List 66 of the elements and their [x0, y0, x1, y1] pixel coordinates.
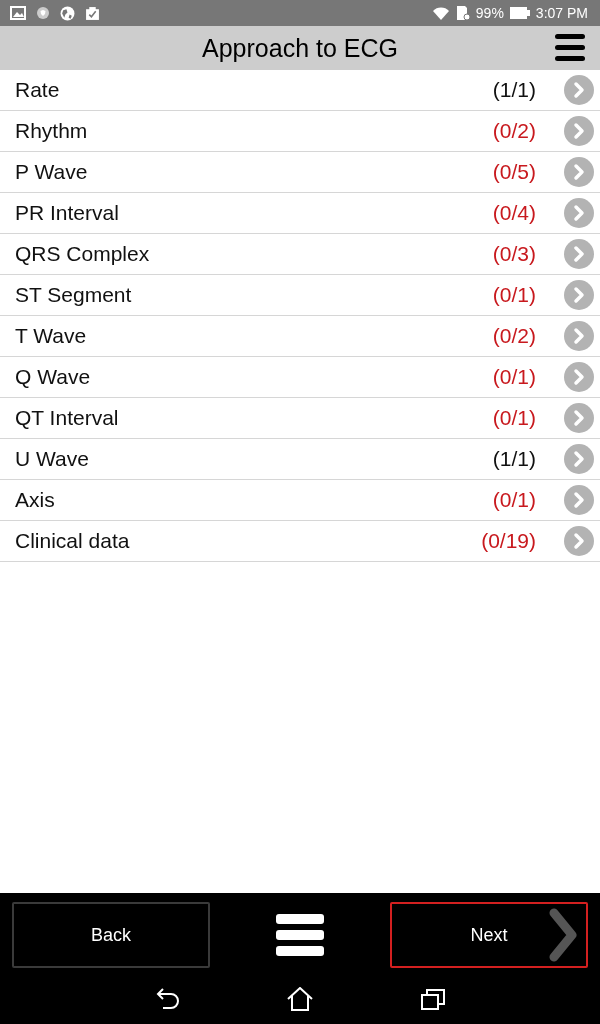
topic-score: (0/4) — [491, 201, 536, 225]
topic-row[interactable]: U Wave (1/1) — [0, 439, 600, 480]
topic-row[interactable]: QRS Complex (0/3) — [0, 234, 600, 275]
chevron-right-icon[interactable] — [564, 526, 594, 556]
chevron-right-icon[interactable] — [564, 198, 594, 228]
chevron-right-icon[interactable] — [564, 362, 594, 392]
topic-score: (0/2) — [491, 324, 536, 348]
chevron-right-icon[interactable] — [564, 75, 594, 105]
battery-percentage: 99% — [475, 5, 504, 21]
topic-label: Q Wave — [15, 365, 92, 389]
wifi-icon — [431, 6, 450, 20]
screen-title: Approach to ECG — [202, 33, 398, 63]
topic-label: U Wave — [15, 447, 90, 471]
chevron-right-icon[interactable] — [564, 321, 594, 351]
topic-score: (1/1) — [491, 447, 536, 471]
topic-row[interactable]: Q Wave (0/1) — [0, 357, 600, 398]
topic-row[interactable]: Axis (0/1) — [0, 480, 600, 521]
topic-score: (0/1) — [491, 488, 536, 512]
topic-score: (0/1) — [491, 406, 536, 430]
topic-score: (0/3) — [491, 242, 536, 266]
topic-score: (0/1) — [491, 283, 536, 307]
chevron-right-icon[interactable] — [564, 403, 594, 433]
topic-row[interactable]: QT Interval (0/1) — [0, 398, 600, 439]
topic-label: Rate — [15, 78, 61, 102]
topic-score: (0/2) — [491, 119, 536, 143]
chevron-right-icon[interactable] — [564, 157, 594, 187]
chevron-right-icon[interactable] — [564, 116, 594, 146]
topic-score: (0/19) — [480, 529, 536, 553]
topic-row[interactable]: T Wave (0/2) — [0, 316, 600, 357]
chevron-right-icon[interactable] — [564, 485, 594, 515]
topic-label: QT Interval — [15, 406, 120, 430]
chevron-right-icon[interactable] — [564, 239, 594, 269]
topic-label: Clinical data — [15, 529, 131, 553]
image-icon — [10, 6, 26, 20]
back-icon[interactable] — [155, 988, 179, 1010]
topic-row[interactable]: PR Interval (0/4) — [0, 193, 600, 234]
topic-row[interactable]: P Wave (0/5) — [0, 152, 600, 193]
topic-label: PR Interval — [15, 201, 120, 225]
topic-row[interactable]: Rate (1/1) — [0, 70, 600, 111]
sd-card-icon — [455, 5, 470, 21]
next-button[interactable]: Next — [390, 902, 588, 968]
topic-score: (1/1) — [491, 78, 536, 102]
topic-label: P Wave — [15, 160, 89, 184]
menu-icon[interactable] — [554, 33, 586, 63]
topic-score: (0/1) — [491, 365, 536, 389]
chevron-right-icon[interactable] — [564, 444, 594, 474]
topic-label: T Wave — [15, 324, 88, 348]
topic-label: ST Segment — [15, 283, 133, 307]
topic-score: (0/5) — [491, 160, 536, 184]
topic-row[interactable]: ST Segment (0/1) — [0, 275, 600, 316]
chevron-right-icon — [548, 907, 578, 963]
topic-label: Rhythm — [15, 119, 89, 143]
clipboard-icon — [85, 5, 100, 21]
home-icon[interactable] — [287, 987, 313, 1011]
back-button[interactable]: Back — [12, 902, 210, 968]
topic-row[interactable]: Rhythm (0/2) — [0, 111, 600, 152]
topic-row[interactable]: Clinical data (0/19) — [0, 521, 600, 562]
chevron-right-icon[interactable] — [564, 280, 594, 310]
topic-label: QRS Complex — [15, 242, 151, 266]
globe-icon — [60, 5, 75, 21]
recent-apps-icon[interactable] — [421, 988, 445, 1010]
battery-icon — [509, 7, 530, 19]
topic-label: Axis — [15, 488, 56, 512]
clock-time: 3:07 PM — [535, 5, 588, 21]
menu-icon[interactable] — [275, 913, 325, 957]
shield-icon — [36, 6, 50, 20]
